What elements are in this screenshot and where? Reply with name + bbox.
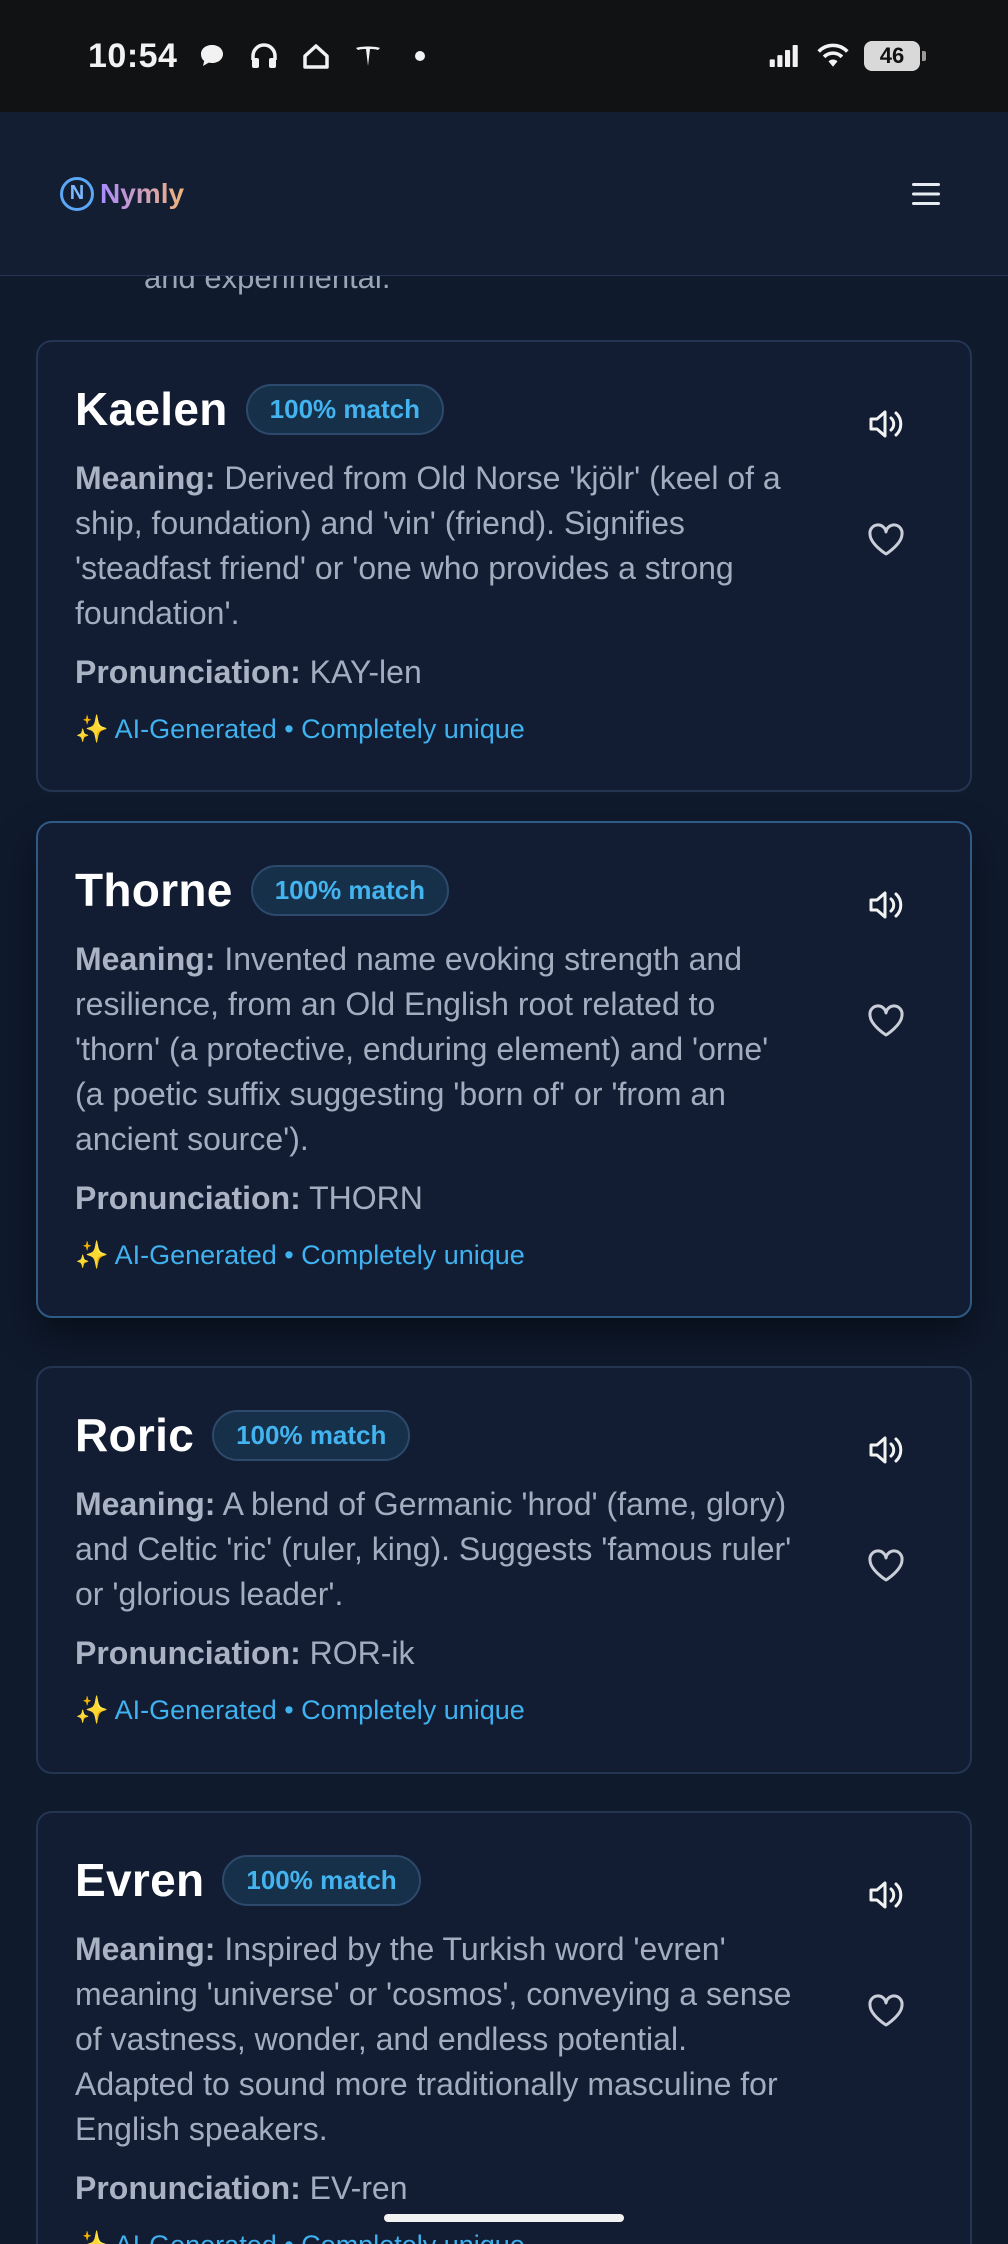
app-header: N Nymly xyxy=(0,112,1008,276)
logo-text: Nymly xyxy=(100,177,185,209)
pronunciation-value: KAY-len xyxy=(309,654,422,690)
battery-icon: 46 xyxy=(864,41,926,71)
tesla-icon xyxy=(351,39,385,73)
status-bar: 10:54 46 xyxy=(0,0,1008,112)
pronunciation-text: Pronunciation: KAY-len xyxy=(75,654,934,691)
name-title: Thorne xyxy=(75,864,233,916)
card-header: Evren 100% match xyxy=(75,1853,934,1907)
meaning-text: Meaning: A blend of Germanic 'hrod' (fam… xyxy=(75,1482,795,1617)
home-icon xyxy=(299,39,333,73)
status-left: 10:54 xyxy=(88,37,437,76)
name-title: Evren xyxy=(75,1854,205,1906)
pronunciation-label: Pronunciation: xyxy=(75,654,301,690)
name-card: Thorne 100% match Meaning: Invented name… xyxy=(36,821,972,1318)
heart-icon[interactable] xyxy=(864,518,908,562)
match-badge: 100% match xyxy=(245,383,444,435)
chat-bubble-icon xyxy=(195,39,229,73)
heart-icon[interactable] xyxy=(864,1544,908,1588)
status-time: 10:54 xyxy=(88,36,178,75)
speaker-icon[interactable] xyxy=(864,883,908,927)
match-badge: 100% match xyxy=(250,864,449,916)
name-title: Kaelen xyxy=(75,383,228,435)
pronunciation-value: EV-ren xyxy=(309,2170,408,2206)
card-header: Kaelen 100% match xyxy=(75,382,934,436)
meaning-label: Meaning: xyxy=(75,1486,216,1522)
pronunciation-label: Pronunciation: xyxy=(75,2170,301,2206)
speaker-icon[interactable] xyxy=(864,402,908,446)
card-header: Thorne 100% match xyxy=(75,863,934,917)
pronunciation-value: ROR-ik xyxy=(309,1635,415,1671)
pronunciation-text: Pronunciation: ROR-ik xyxy=(75,1635,934,1672)
wifi-icon xyxy=(816,39,850,73)
meaning-label: Meaning: xyxy=(75,941,216,977)
ai-generated-tag: ✨ AI-Generated • Completely unique xyxy=(75,1695,525,1725)
home-indicator[interactable] xyxy=(384,2214,624,2222)
name-card: Evren 100% match Meaning: Inspired by th… xyxy=(36,1811,972,2244)
signal-icon xyxy=(768,39,802,73)
meaning-text: Meaning: Derived from Old Norse 'kjölr' … xyxy=(75,456,795,636)
pronunciation-text: Pronunciation: THORN xyxy=(75,1180,934,1217)
card-header: Roric 100% match xyxy=(75,1408,934,1462)
meaning-label: Meaning: xyxy=(75,1931,216,1967)
headphones-icon xyxy=(247,39,281,73)
name-title: Roric xyxy=(75,1409,195,1461)
card-actions xyxy=(864,1873,908,2033)
card-actions xyxy=(864,1428,908,1588)
speaker-icon[interactable] xyxy=(864,1873,908,1917)
hamburger-menu-icon[interactable] xyxy=(904,172,948,216)
name-results-list[interactable]: and experimental. Kaelen 100% match Mean… xyxy=(0,276,1008,2244)
match-badge: 100% match xyxy=(212,1409,411,1461)
card-actions xyxy=(864,883,908,1043)
logo[interactable]: N Nymly xyxy=(60,176,185,211)
pronunciation-text: Pronunciation: EV-ren xyxy=(75,2170,934,2207)
ai-generated-tag: ✨ AI-Generated • Completely unique xyxy=(75,714,525,744)
pronunciation-value: THORN xyxy=(309,1180,423,1216)
status-right: 46 xyxy=(768,39,926,73)
name-card: Roric 100% match Meaning: A blend of Ger… xyxy=(36,1366,972,1774)
meaning-text: Meaning: Invented name evoking strength … xyxy=(75,937,795,1162)
pronunciation-label: Pronunciation: xyxy=(75,1180,301,1216)
name-card: Kaelen 100% match Meaning: Derived from … xyxy=(36,340,972,792)
card-actions xyxy=(864,402,908,562)
heart-icon[interactable] xyxy=(864,999,908,1043)
meaning-label: Meaning: xyxy=(75,460,216,496)
ai-generated-tag: ✨ AI-Generated • Completely unique xyxy=(75,1240,525,1270)
pronunciation-label: Pronunciation: xyxy=(75,1635,301,1671)
logo-mark-icon: N xyxy=(60,176,94,211)
dot-icon xyxy=(403,39,437,73)
ai-generated-tag: ✨ AI-Generated • Completely unique xyxy=(75,2229,934,2244)
match-badge: 100% match xyxy=(222,1854,421,1906)
previous-text-fragment: and experimental. xyxy=(144,276,391,295)
heart-icon[interactable] xyxy=(864,1989,908,2033)
speaker-icon[interactable] xyxy=(864,1428,908,1472)
meaning-text: Meaning: Inspired by the Turkish word 'e… xyxy=(75,1927,795,2152)
